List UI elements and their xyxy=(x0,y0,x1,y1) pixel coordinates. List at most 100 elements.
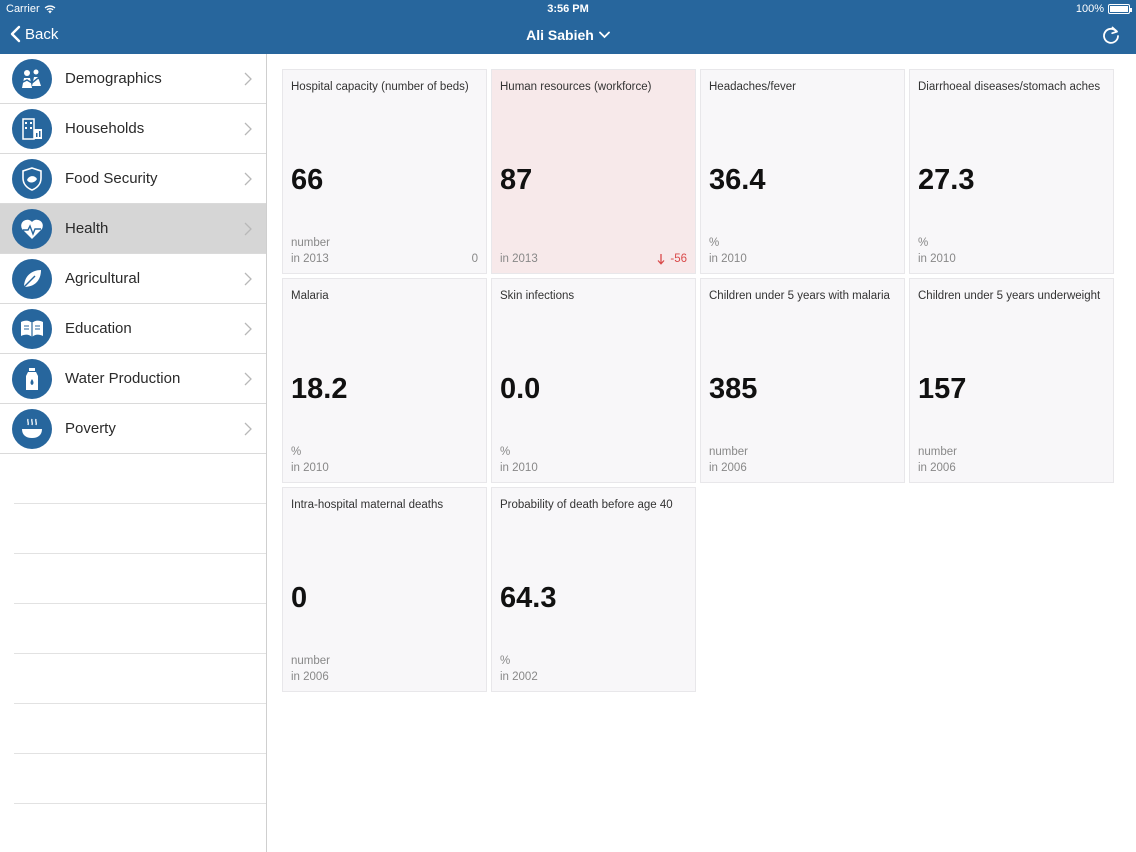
sidebar-item-label: Education xyxy=(65,320,132,337)
water-production-icon xyxy=(12,358,52,399)
card-year: in 2013 xyxy=(500,253,538,265)
card-unit: number xyxy=(291,655,330,667)
sidebar-item-households[interactable]: Households xyxy=(0,104,266,154)
empty-row xyxy=(14,554,266,604)
sidebar-item-label: Agricultural xyxy=(65,270,141,287)
empty-row xyxy=(14,604,266,654)
change-value: 0 xyxy=(471,253,478,265)
card-value: 87 xyxy=(500,164,533,196)
sidebar-item-label: Health xyxy=(65,220,109,237)
card-unit: % xyxy=(291,446,302,458)
card-title: Skin infections xyxy=(500,290,575,302)
status-bar: Carrier 3:56 PM 100% xyxy=(0,0,1136,18)
indicator-card-children-underweight[interactable]: Children under 5 years underweight 157 n… xyxy=(909,278,1114,483)
indicator-grid: Hospital capacity (number of beds) 66 nu… xyxy=(282,69,1114,692)
arrow-down-icon xyxy=(657,254,665,265)
indicator-card-maternal-deaths[interactable]: Intra-hospital maternal deaths 0 number … xyxy=(282,487,487,692)
households-icon xyxy=(12,108,52,149)
card-value: 0 xyxy=(291,582,308,614)
agricultural-icon xyxy=(12,258,52,299)
sidebar-item-demographics[interactable]: Demographics xyxy=(0,54,266,104)
battery-percent: 100% xyxy=(1075,3,1104,15)
card-value: 157 xyxy=(918,373,967,405)
chevron-left-icon xyxy=(10,25,21,43)
sidebar-item-label: Poverty xyxy=(65,420,116,437)
card-title: Malaria xyxy=(291,290,329,302)
card-year: in 2006 xyxy=(918,462,956,474)
card-unit: number xyxy=(918,446,957,458)
category-sidebar: Demographics Households Food Security He… xyxy=(0,54,267,852)
region-selector[interactable]: Ali Sabieh xyxy=(468,27,668,43)
card-title: Intra-hospital maternal deaths xyxy=(291,499,444,511)
battery-icon xyxy=(1108,4,1132,14)
card-value: 64.3 xyxy=(500,582,557,614)
sidebar-item-poverty[interactable]: Poverty xyxy=(0,404,266,454)
sidebar-item-label: Households xyxy=(65,120,145,137)
back-button[interactable]: Back xyxy=(10,25,58,43)
card-year: in 2010 xyxy=(918,253,956,265)
indicator-card-human-resources[interactable]: Human resources (workforce) 87 in 2013 -… xyxy=(491,69,696,274)
card-unit: number xyxy=(291,237,330,249)
card-title: Hospital capacity (number of beds) xyxy=(291,81,469,93)
chevron-right-icon xyxy=(244,72,252,86)
card-year: in 2010 xyxy=(500,462,538,474)
sidebar-item-food-security[interactable]: Food Security xyxy=(0,154,266,204)
sidebar-item-water-production[interactable]: Water Production xyxy=(0,354,266,404)
card-unit: % xyxy=(500,446,511,458)
empty-row xyxy=(14,754,266,804)
indicator-card-headaches-fever[interactable]: Headaches/fever 36.4 % in 2010 xyxy=(700,69,905,274)
card-change: 0 xyxy=(472,253,478,265)
card-value: 385 xyxy=(709,373,758,405)
chevron-right-icon xyxy=(244,372,252,386)
navigation-bar: Back Ali Sabieh xyxy=(0,18,1136,54)
card-value: 36.4 xyxy=(709,164,766,196)
card-title: Diarrhoeal diseases/stomach aches xyxy=(918,81,1101,93)
card-title: Human resources (workforce) xyxy=(500,81,652,93)
card-year: in 2002 xyxy=(500,671,538,683)
card-unit: % xyxy=(918,237,929,249)
card-year: in 2013 xyxy=(291,253,329,265)
change-value: -56 xyxy=(670,253,687,265)
sidebar-item-label: Water Production xyxy=(65,370,181,387)
chevron-right-icon xyxy=(244,272,252,286)
refresh-icon[interactable] xyxy=(1100,25,1122,47)
sidebar-item-label: Demographics xyxy=(65,70,162,87)
card-unit: number xyxy=(709,446,748,458)
card-value: 18.2 xyxy=(291,373,348,405)
indicator-card-hospital-capacity[interactable]: Hospital capacity (number of beds) 66 nu… xyxy=(282,69,487,274)
sidebar-item-label: Food Security xyxy=(65,170,158,187)
health-icon xyxy=(12,208,52,249)
indicator-card-skin-infections[interactable]: Skin infections 0.0 % in 2010 xyxy=(491,278,696,483)
card-title: Children under 5 years underweight xyxy=(918,290,1101,302)
card-unit: % xyxy=(709,237,720,249)
sidebar-item-health[interactable]: Health xyxy=(0,204,266,254)
card-value: 27.3 xyxy=(918,164,975,196)
card-year: in 2010 xyxy=(291,462,329,474)
food-security-icon xyxy=(12,158,52,199)
chevron-down-icon xyxy=(598,31,610,39)
chevron-right-icon xyxy=(244,422,252,436)
sidebar-item-agricultural[interactable]: Agricultural xyxy=(0,254,266,304)
empty-row xyxy=(14,704,266,754)
chevron-right-icon xyxy=(244,222,252,236)
poverty-icon xyxy=(12,408,52,449)
top-bar: Carrier 3:56 PM 100% Back Ali Sabieh xyxy=(0,0,1136,54)
card-title: Probability of death before age 40 xyxy=(500,499,673,511)
sidebar-item-education[interactable]: Education xyxy=(0,304,266,354)
indicator-panel: Hospital capacity (number of beds) 66 nu… xyxy=(268,54,1136,852)
indicator-card-children-malaria[interactable]: Children under 5 years with malaria 385 … xyxy=(700,278,905,483)
back-label: Back xyxy=(25,25,59,43)
indicator-card-diarrhoeal-diseases[interactable]: Diarrhoeal diseases/stomach aches 27.3 %… xyxy=(909,69,1114,274)
card-value: 0.0 xyxy=(500,373,541,405)
page-title: Ali Sabieh xyxy=(526,27,594,43)
chevron-right-icon xyxy=(244,172,252,186)
empty-row xyxy=(14,454,266,504)
card-year: in 2006 xyxy=(709,462,747,474)
card-title: Headaches/fever xyxy=(709,81,796,93)
card-year: in 2006 xyxy=(291,671,329,683)
empty-row xyxy=(14,654,266,704)
card-title: Children under 5 years with malaria xyxy=(709,290,890,302)
demographics-icon xyxy=(12,58,52,99)
indicator-card-death-before-40[interactable]: Probability of death before age 40 64.3 … xyxy=(491,487,696,692)
indicator-card-malaria[interactable]: Malaria 18.2 % in 2010 xyxy=(282,278,487,483)
